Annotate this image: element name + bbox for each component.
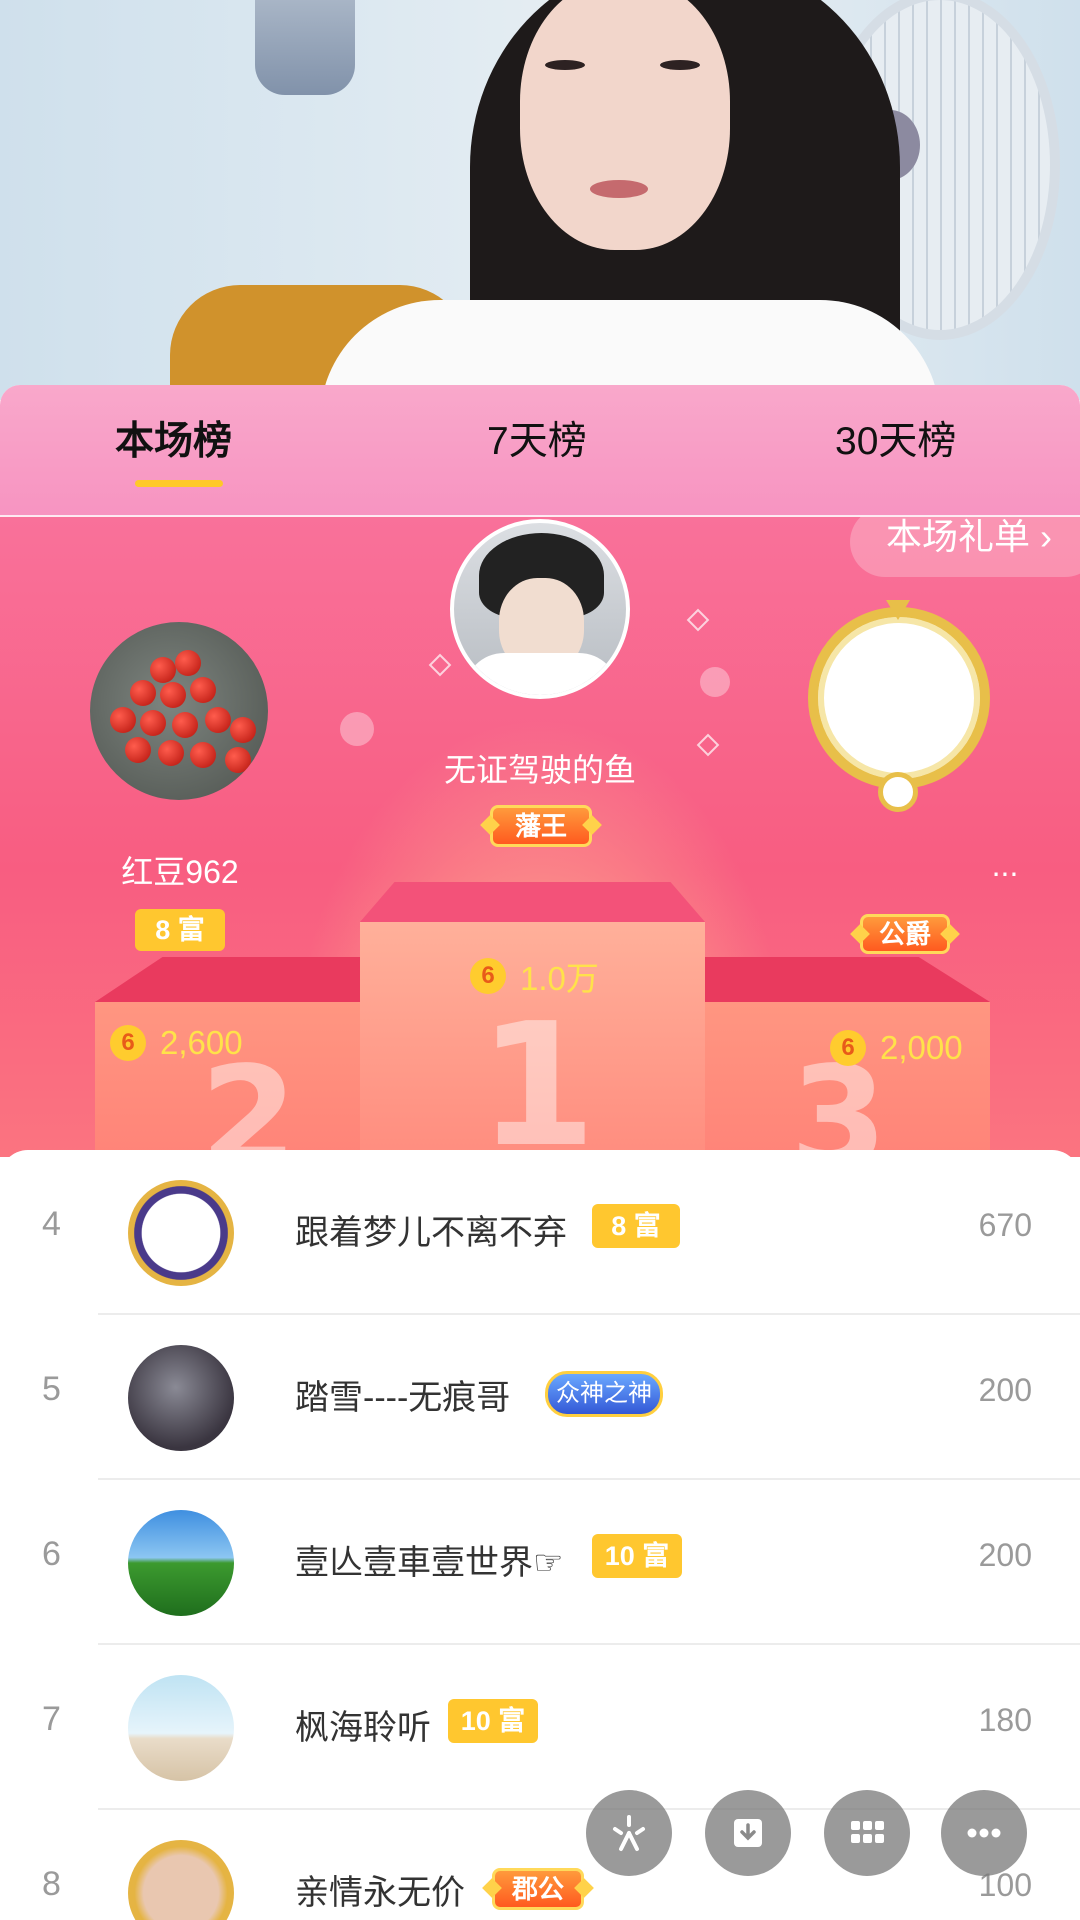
more-button[interactable] xyxy=(941,1790,1027,1876)
rich-badge: 10 富 xyxy=(448,1699,538,1743)
noble-rank-badge: 郡公 xyxy=(492,1868,584,1910)
second-place-name[interactable]: 红豆962 xyxy=(60,847,300,893)
pedestal-1-top xyxy=(360,882,705,922)
avatar-second-place[interactable] xyxy=(90,622,268,800)
wall-object xyxy=(255,0,355,95)
list-item[interactable]: 4 跟着梦儿不离不弃 8 富 670 xyxy=(0,1150,1080,1315)
live-video[interactable] xyxy=(0,0,1080,400)
streamer-eye-left xyxy=(545,60,585,70)
rank-number: 4 xyxy=(42,1205,61,1243)
leaderboard-panel: 本场榜 7天榜 30天榜 本场礼单 › 1 2 3 无证驾驶的鱼 藩王 6 1.… xyxy=(0,385,1080,1920)
second-place-coin-value: 2,600 xyxy=(160,1024,243,1061)
god-rank-badge: 众神之神 xyxy=(545,1371,663,1417)
rank-number: 7 xyxy=(42,1700,61,1738)
bean-shape xyxy=(150,657,176,683)
ranking-list: 4 跟着梦儿不离不弃 8 富 670 5 踏雪----无痕哥 众神之神 200 … xyxy=(0,1150,1080,1920)
apps-button[interactable] xyxy=(824,1790,910,1876)
gift-value: 180 xyxy=(978,1702,1032,1738)
coin-icon: 6 xyxy=(110,1025,146,1061)
user-name[interactable]: 壹亾壹車壹世界☞ xyxy=(295,1535,563,1584)
sparkle-diamond xyxy=(428,653,452,677)
first-place-rank-badge: 藩王 xyxy=(490,805,592,847)
first-place-coins: 6 1.0万 xyxy=(470,952,599,1000)
second-place-rich-badge: 8 富 xyxy=(135,909,225,951)
rank-number: 6 xyxy=(42,1535,61,1573)
streamer-lips xyxy=(590,180,648,198)
bean-shape xyxy=(160,682,186,708)
active-tab-indicator xyxy=(135,480,223,487)
pedestal-2-top xyxy=(95,957,365,1002)
gift-list-button[interactable]: 本场礼单 › xyxy=(850,517,1080,577)
second-place-coins: 6 2,600 xyxy=(110,1024,243,1062)
grid-icon xyxy=(851,1821,884,1843)
gift-value: 670 xyxy=(978,1207,1032,1243)
user-name[interactable]: 跟着梦儿不离不弃 xyxy=(295,1205,567,1254)
bean-shape xyxy=(125,737,151,763)
sparkle-dot xyxy=(340,712,374,746)
leaderboard-tabs: 本场榜 7天榜 30天榜 xyxy=(0,385,1080,517)
rank-number: 5 xyxy=(42,1370,61,1408)
avatar[interactable] xyxy=(128,1675,234,1781)
bean-shape xyxy=(225,747,251,773)
bean-shape xyxy=(140,710,166,736)
bean-shape xyxy=(130,680,156,706)
bean-shape xyxy=(172,712,198,738)
tab-7-days[interactable]: 7天榜 xyxy=(487,410,587,466)
list-item[interactable]: 7 枫海聆听 10 富 180 xyxy=(0,1645,1080,1810)
gift-value: 200 xyxy=(978,1537,1032,1573)
sparkle-diamond xyxy=(686,608,710,632)
user-name[interactable]: 枫海聆听 xyxy=(295,1700,431,1749)
frame-ornament-icon xyxy=(878,772,918,812)
tab-30-days[interactable]: 30天榜 xyxy=(835,410,956,466)
download-button[interactable] xyxy=(705,1790,791,1876)
coin-icon: 6 xyxy=(470,958,506,994)
user-name[interactable]: 亲情永无价 xyxy=(295,1865,465,1914)
third-place-coin-value: 2,000 xyxy=(880,1029,963,1066)
avatar[interactable] xyxy=(128,1840,234,1920)
pedestal-1-number: 1 xyxy=(478,987,597,1157)
list-item[interactable]: 6 壹亾壹車壹世界☞ 10 富 200 xyxy=(0,1480,1080,1645)
user-name[interactable]: 踏雪----无痕哥 xyxy=(295,1370,510,1419)
rich-badge: 8 富 xyxy=(592,1204,680,1248)
bean-shape xyxy=(205,707,231,733)
streamer-eye-right xyxy=(660,60,700,70)
rich-badge: 10 富 xyxy=(592,1534,682,1578)
bean-shape xyxy=(110,707,136,733)
bean-shape xyxy=(230,717,256,743)
first-place-name[interactable]: 无证驾驶的鱼 xyxy=(380,745,700,791)
avatar[interactable] xyxy=(128,1345,234,1451)
download-icon xyxy=(734,1819,762,1847)
avatar[interactable] xyxy=(128,1510,234,1616)
avatar-third-place[interactable] xyxy=(808,607,990,789)
first-place-coin-value: 1.0万 xyxy=(520,960,599,997)
more-icon xyxy=(967,1828,1001,1838)
podium: 本场礼单 › 1 2 3 无证驾驶的鱼 藩王 6 1.0万 红豆962 8 富 … xyxy=(0,517,1080,1157)
avatar[interactable] xyxy=(128,1180,234,1286)
third-place-rank-badge: 公爵 xyxy=(860,914,950,954)
pedestal-3-top xyxy=(705,957,990,1002)
tab-this-session[interactable]: 本场榜 xyxy=(115,410,232,466)
list-item[interactable]: 5 踏雪----无痕哥 众神之神 200 xyxy=(0,1315,1080,1480)
streamer-face xyxy=(520,0,730,250)
bean-shape xyxy=(175,650,201,676)
bean-shape xyxy=(190,677,216,703)
list-item[interactable]: 8 亲情永无价 郡公 100 xyxy=(0,1810,1080,1920)
third-place-name[interactable]: ... xyxy=(960,847,1050,884)
sparkle-dot xyxy=(700,667,730,697)
avatar-shirt xyxy=(464,653,619,695)
gift-value: 200 xyxy=(978,1372,1032,1408)
third-place-coins: 6 2,000 xyxy=(830,1029,963,1067)
avatar-first-place[interactable] xyxy=(450,519,630,699)
bean-shape xyxy=(158,740,184,766)
bean-shape xyxy=(190,742,216,768)
sparkle-icon xyxy=(613,1815,645,1851)
coin-icon: 6 xyxy=(830,1030,866,1066)
effects-button[interactable] xyxy=(586,1790,672,1876)
rank-number: 8 xyxy=(42,1865,61,1903)
